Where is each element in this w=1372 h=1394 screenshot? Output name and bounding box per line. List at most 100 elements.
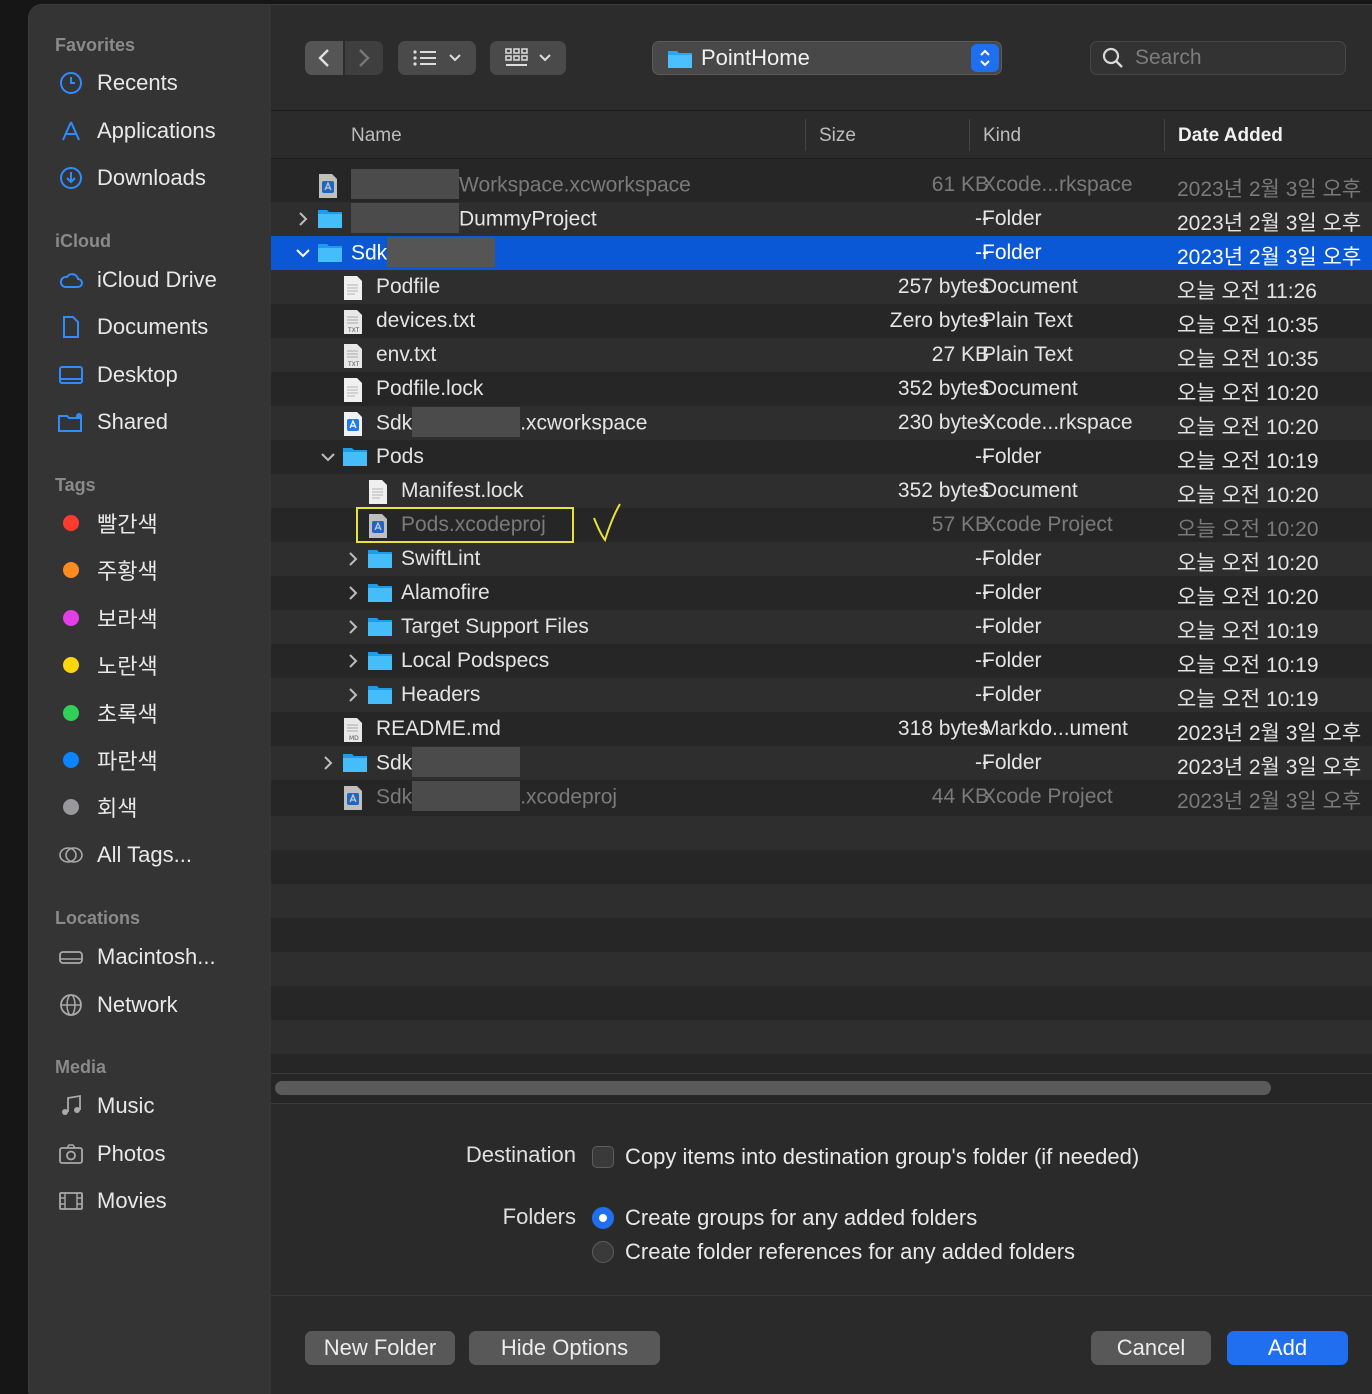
sidebar-section-locations: Locations [55, 908, 141, 928]
sidebar-item-downloads[interactable]: Downloads [57, 158, 257, 198]
create-groups-label[interactable]: Create groups for any added folders [625, 1205, 977, 1231]
file-name: Workspace.xcworkspace [351, 169, 691, 199]
sidebar-tag-purple[interactable]: 보라색 [57, 598, 257, 638]
file-name-text: Local Podspecs [401, 649, 550, 672]
disclosure-closed-icon[interactable] [345, 652, 361, 670]
sidebar-item-photos[interactable]: Photos [57, 1134, 257, 1174]
disclosure-closed-icon[interactable] [345, 584, 361, 602]
svg-text:MD: MD [349, 735, 359, 742]
sidebar-item-icloud-drive[interactable]: iCloud Drive [57, 260, 257, 300]
sidebar-tag-red[interactable]: 빨간색 [57, 503, 257, 543]
file-date-added: 오늘 오전 10:20 [1177, 382, 1319, 405]
sidebar-item-music[interactable]: Music [57, 1086, 257, 1126]
file-date-added: 2023년 2월 3일 오후 [1177, 178, 1362, 201]
cancel-button[interactable]: Cancel [1091, 1331, 1211, 1365]
file-row[interactable]: Pods -- Folder 오늘 오전 10:19 [271, 440, 1372, 474]
sidebar-item-movies[interactable]: Movies [57, 1181, 257, 1221]
file-row[interactable]: Sdk .xcodeproj 44 KB Xcode Project 2023년 2월 … [271, 780, 1372, 814]
file-name: README.md [376, 717, 501, 741]
svg-text:TXT: TXT [347, 327, 360, 334]
file-kind: Folder [982, 683, 1042, 706]
sidebar-item-desktop[interactable]: Desktop [57, 355, 257, 395]
file-row[interactable]: Sdk -- Folder 2023년 2월 3일 오후 [271, 236, 1372, 270]
sidebar-item-network[interactable]: Network [57, 985, 257, 1025]
sidebar-item-applications[interactable]: Applications [57, 111, 257, 151]
sidebar-tag-yellow[interactable]: 노란색 [57, 645, 257, 685]
tag-dot-icon [63, 610, 79, 626]
group-by-button[interactable] [490, 41, 566, 75]
disclosure-closed-icon[interactable] [295, 210, 311, 228]
file-row[interactable]: SwiftLint -- Folder 오늘 오전 10:20 [271, 542, 1372, 576]
file-row[interactable]: Target Support Files -- Folder 오늘 오전 10:19 [271, 610, 1372, 644]
copy-items-label[interactable]: Copy items into destination group's fold… [625, 1144, 1139, 1170]
sidebar-item-shared[interactable]: Shared [57, 402, 257, 442]
add-button[interactable]: Add [1227, 1331, 1348, 1365]
file-date-added: 2023년 2월 3일 오후 [1177, 756, 1362, 779]
file-name: Podfile [376, 275, 440, 299]
file-row[interactable]: TXT devices.txt Zero bytes Plain Text 오늘 오전 … [271, 304, 1372, 338]
create-references-label[interactable]: Create folder references for any added f… [625, 1239, 1075, 1265]
file-row[interactable]: Workspace.xcworkspace 61 KB Xcode...rkspac… [271, 168, 1372, 202]
column-date-added[interactable]: Date Added [1178, 125, 1283, 147]
file-name-prefix: Sdk [351, 241, 388, 265]
file-row[interactable]: Alamofire -- Folder 오늘 오전 10:20 [271, 576, 1372, 610]
sidebar-tag-green[interactable]: 초록색 [57, 693, 257, 733]
sidebar-tag-orange[interactable]: 주황색 [57, 550, 257, 590]
file-row[interactable]: Podfile.lock 352 bytes Document 오늘 오전 10:20 [271, 372, 1372, 406]
file-row[interactable]: Sdk -- Folder 2023년 2월 3일 오후 [271, 746, 1372, 780]
sidebar-item-documents[interactable]: Documents [57, 307, 257, 347]
copy-items-checkbox[interactable] [592, 1146, 614, 1168]
create-groups-radio[interactable] [592, 1207, 614, 1229]
sidebar-item-recents[interactable]: Recents [57, 63, 257, 103]
sidebar-item-macintosh[interactable]: Macintosh... [57, 937, 257, 977]
sidebar-all-tags[interactable]: All Tags... [57, 835, 257, 875]
column-size[interactable]: Size [819, 125, 856, 147]
path-popup[interactable]: PointHome [652, 41, 1002, 75]
disclosure-open-icon[interactable] [320, 448, 336, 466]
file-row[interactable]: Local Podspecs -- Folder 오늘 오전 10:19 [271, 644, 1372, 678]
file-row[interactable]: MD README.md 318 bytes Markdo...ument 2023년 … [271, 712, 1372, 746]
sidebar-item-label: All Tags... [97, 842, 192, 867]
disclosure-open-icon[interactable] [295, 244, 311, 262]
new-folder-button[interactable]: New Folder [305, 1331, 455, 1365]
column-header: Name Size Kind Date Added [271, 111, 1372, 159]
xcworkspace-icon [317, 173, 341, 198]
sidebar-item-label: Network [97, 992, 178, 1017]
file-row[interactable]: Headers -- Folder 오늘 오전 10:19 [271, 678, 1372, 712]
file-date-added: 오늘 오전 10:20 [1177, 552, 1319, 575]
disclosure-closed-icon[interactable] [345, 686, 361, 704]
sidebar-tag-gray[interactable]: 회색 [57, 787, 257, 827]
view-list-button[interactable] [398, 41, 476, 75]
file-row[interactable]: Sdk .xcworkspace 230 bytes Xcode...rkspace 오… [271, 406, 1372, 440]
file-row[interactable]: TXT env.txt 27 KB Plain Text 오늘 오전 10:35 [271, 338, 1372, 372]
horizontal-scrollbar-thumb[interactable] [275, 1081, 1271, 1095]
hide-options-button[interactable]: Hide Options [469, 1331, 660, 1365]
column-name[interactable]: Name [351, 125, 402, 147]
file-row[interactable]: Manifest.lock 352 bytes Document 오늘 오전 10:2… [271, 474, 1372, 508]
forward-button[interactable] [345, 41, 383, 75]
folder-icon [317, 241, 342, 265]
file-size: 57 KB [931, 513, 989, 536]
file-kind: Folder [982, 615, 1042, 638]
search-input[interactable]: Search [1135, 46, 1202, 70]
file-date-added: 오늘 오전 10:20 [1177, 518, 1319, 541]
sidebar-item-label: 회색 [97, 796, 138, 821]
create-references-radio[interactable] [592, 1241, 614, 1263]
folder-icon [342, 445, 367, 469]
file-size: 61 KB [931, 173, 989, 196]
disclosure-closed-icon[interactable] [320, 754, 336, 772]
back-button[interactable] [305, 41, 343, 75]
disclosure-closed-icon[interactable] [345, 550, 361, 568]
globe-icon [57, 991, 85, 1019]
file-name-text: README.md [376, 717, 501, 740]
search-field[interactable]: Search [1090, 41, 1346, 75]
footer-divider [271, 1295, 1372, 1296]
column-kind[interactable]: Kind [983, 125, 1021, 147]
file-row[interactable]: Podfile 257 bytes Document 오늘 오전 11:26 [271, 270, 1372, 304]
disclosure-closed-icon[interactable] [345, 618, 361, 636]
document-icon [342, 377, 366, 402]
shared-folder-icon [57, 408, 85, 436]
tags-icon [57, 841, 85, 869]
file-row[interactable]: DummyProject -- Folder 2023년 2월 3일 오후 [271, 202, 1372, 236]
sidebar-tag-blue[interactable]: 파란색 [57, 740, 257, 780]
